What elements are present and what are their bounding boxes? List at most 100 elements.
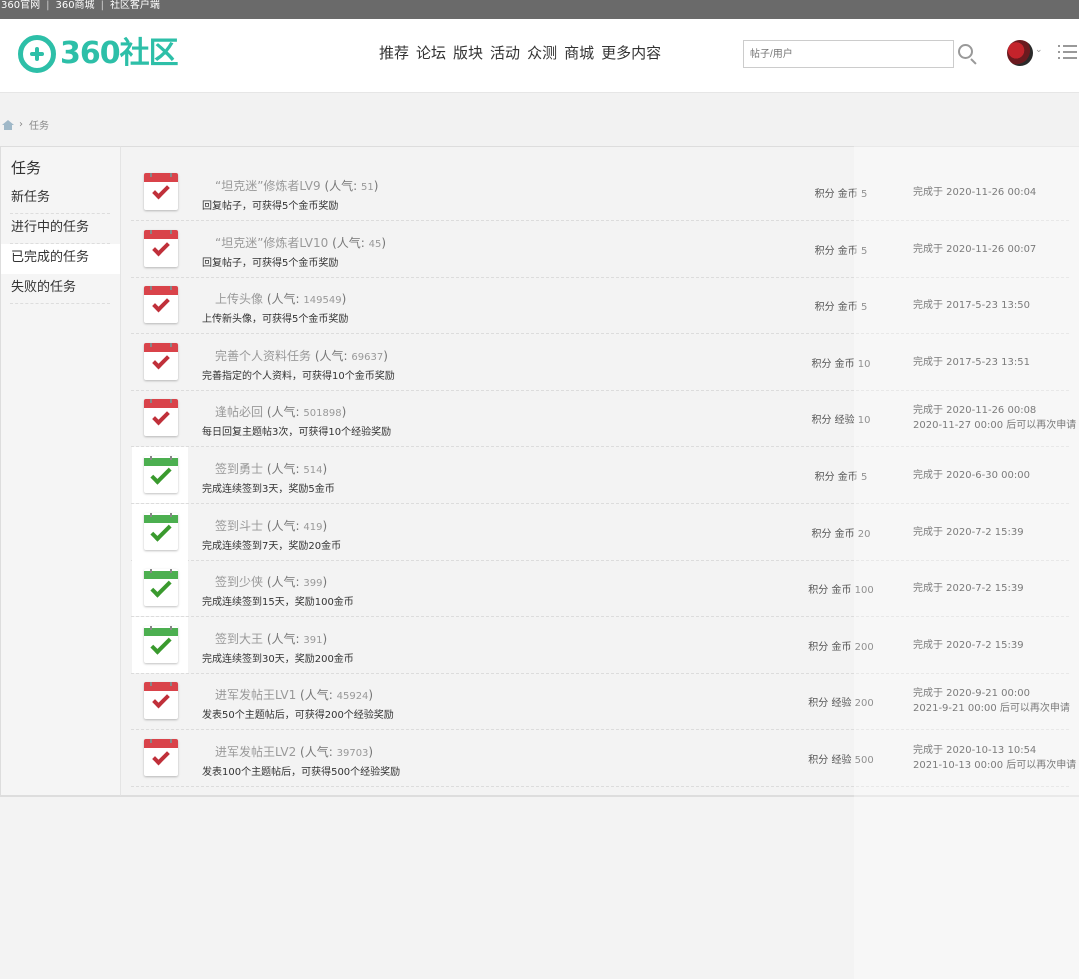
task-title[interactable]: “坦克迷”修炼者LV9 (人气: 51) — [215, 177, 378, 194]
popularity-close: ) — [383, 349, 388, 363]
nav-item-boards[interactable]: 版块 — [453, 43, 483, 63]
task-list: “坦克迷”修炼者LV9 (人气: 51) 回复帖子，可获得5个金币奖励 积分 金币 … — [121, 146, 1079, 796]
task-row: “坦克迷”修炼者LV9 (人气: 51) 回复帖子，可获得5个金币奖励 积分 金币 … — [131, 164, 1069, 221]
task-name[interactable]: 签到勇士 — [215, 462, 263, 476]
breadcrumb: › 任务 — [2, 117, 49, 132]
sidebar-item-new-tasks[interactable]: 新任务 — [10, 184, 110, 214]
task-reward: 积分 金币 200 — [808, 642, 874, 653]
popularity-label: (人气: — [300, 745, 333, 759]
avatar[interactable] — [1007, 40, 1033, 66]
task-name[interactable]: 完善个人资料任务 — [215, 349, 311, 363]
task-name[interactable]: 进军发帖王LV2 — [215, 745, 296, 759]
task-title[interactable]: 签到大王 (人气: 391) — [215, 630, 327, 647]
task-description: 回复帖子，可获得5个金币奖励 — [202, 258, 339, 269]
completed-time: 完成于 2020-6-30 00:00 — [913, 470, 1030, 481]
task-row: 签到勇士 (人气: 514) 完成连续签到3天，奖励5金币 积分 金币 5 完成于 2… — [131, 447, 1069, 504]
topbar-separator: | — [100, 0, 104, 11]
top-utility-bar: 360官网 | 360商城 | 社区客户端 — [0, 0, 1079, 19]
task-name[interactable]: “坦克迷”修炼者LV10 — [215, 236, 328, 250]
site-logo[interactable]: 360社区 — [18, 35, 179, 73]
task-title[interactable]: “坦克迷”修炼者LV10 (人气: 45) — [215, 234, 386, 251]
popularity-count: 39703 — [336, 748, 369, 759]
task-reward: 积分 金币 5 — [814, 472, 868, 483]
task-row: 进军发帖王LV2 (人气: 39703) 发表100个主题帖后，可获得500个经验… — [131, 730, 1076, 787]
sidebar-title: 任务 — [11, 159, 42, 177]
search-button[interactable] — [956, 41, 980, 67]
task-name[interactable]: 进军发帖王LV1 — [215, 688, 296, 702]
nav-item-mall[interactable]: 商城 — [564, 43, 594, 63]
link-community-client[interactable]: 社区客户端 — [110, 0, 160, 11]
task-name[interactable]: 上传头像 — [215, 292, 263, 306]
task-title[interactable]: 签到勇士 (人气: 514) — [215, 460, 327, 477]
red-calendar-check-icon — [132, 334, 188, 390]
popularity-label: (人气: — [266, 632, 300, 646]
completed-time: 完成于 2020-7-2 15:39 — [913, 640, 1024, 651]
list-menu-icon[interactable] — [1058, 44, 1078, 60]
task-row: 签到斗士 (人气: 419) 完成连续签到7天，奖励20金币 积分 金币 20 完成于… — [131, 504, 1069, 561]
nav-item-forum[interactable]: 论坛 — [416, 43, 446, 63]
popularity-label: (人气: — [266, 292, 300, 306]
popularity-label: (人气: — [332, 236, 365, 250]
task-name[interactable]: 签到少侠 — [215, 575, 263, 589]
search-icon — [958, 44, 973, 59]
sidebar-item-in-progress[interactable]: 进行中的任务 — [10, 214, 110, 244]
red-calendar-check-icon — [132, 673, 188, 729]
task-name[interactable]: 逢帖必回 — [215, 405, 263, 419]
task-row: 签到大王 (人气: 391) 完成连续签到30天，奖励200金币 积分 金币 200… — [131, 617, 1069, 674]
task-status: 完成于 2020-6-30 00:00 — [913, 468, 1030, 483]
breadcrumb-separator: › — [19, 119, 23, 130]
popularity-label: (人气: — [300, 688, 333, 702]
task-reward: 积分 金币 20 — [811, 529, 871, 540]
task-name[interactable]: 签到斗士 — [215, 519, 263, 533]
reapply-time: 2021-10-13 00:00 后可以再次申请 — [913, 760, 1077, 771]
link-360-official[interactable]: 360官网 — [1, 0, 40, 11]
nav-item-more[interactable]: 更多内容 — [601, 43, 661, 63]
completed-time: 完成于 2020-7-2 15:39 — [913, 527, 1024, 538]
task-title[interactable]: 进军发帖王LV1 (人气: 45924) — [215, 686, 373, 703]
popularity-count: 149549 — [303, 295, 342, 306]
popularity-close: ) — [381, 236, 387, 250]
popularity-count: 391 — [303, 635, 323, 646]
search-input[interactable] — [743, 40, 954, 68]
task-status: 完成于 2020-11-26 00:07 — [913, 242, 1036, 257]
completed-time: 完成于 2020-11-26 00:04 — [913, 187, 1037, 198]
task-description: 完成连续签到7天，奖励20金币 — [202, 541, 342, 552]
task-title[interactable]: 签到少侠 (人气: 399) — [215, 573, 327, 590]
nav-item-testing[interactable]: 众测 — [527, 43, 557, 63]
task-status: 完成于 2020-11-26 00:04 — [913, 185, 1036, 200]
task-description: 完成连续签到15天，奖励100金币 — [202, 597, 354, 608]
home-icon[interactable] — [2, 119, 14, 130]
task-title[interactable]: 上传头像 (人气: 149549) — [215, 290, 346, 307]
task-reward: 积分 金币 5 — [814, 302, 868, 313]
popularity-close: ) — [368, 745, 374, 759]
task-sidebar: 任务 新任务 进行中的任务 已完成的任务 失败的任务 — [0, 146, 121, 796]
task-description: 发表100个主题帖后，可获得500个经验奖励 — [202, 767, 401, 778]
task-title[interactable]: 逢帖必回 (人气: 501898) — [215, 403, 346, 420]
popularity-count: 419 — [303, 522, 323, 533]
popularity-count: 51 — [361, 182, 374, 193]
sidebar-item-completed[interactable]: 已完成的任务 — [1, 244, 120, 274]
task-description: 完成连续签到3天，奖励5金币 — [202, 484, 335, 495]
popularity-close: ) — [322, 519, 328, 533]
logo-text: 360社区 — [60, 36, 179, 71]
green-calendar-check-icon — [132, 617, 188, 673]
task-name[interactable]: 签到大王 — [215, 632, 263, 646]
nav-item-recommend[interactable]: 推荐 — [379, 43, 409, 63]
plus-circle-icon — [18, 35, 56, 73]
link-360-mall[interactable]: 360商城 — [55, 0, 94, 11]
nav-item-events[interactable]: 活动 — [490, 43, 520, 63]
popularity-label: (人气: — [266, 575, 300, 589]
red-calendar-check-icon — [132, 164, 188, 220]
main-nav: 推荐 论坛 版块 活动 众测 商城 更多内容 — [379, 43, 661, 63]
chevron-down-icon[interactable]: ⌄ — [1035, 45, 1043, 55]
task-title[interactable]: 签到斗士 (人气: 419) — [215, 517, 327, 534]
task-title[interactable]: 完善个人资料任务 (人气: 69637) — [215, 347, 388, 364]
red-calendar-check-icon — [132, 730, 188, 786]
task-reward: 积分 金币 5 — [814, 189, 868, 200]
task-name[interactable]: “坦克迷”修炼者LV9 — [215, 179, 321, 193]
sidebar-item-failed[interactable]: 失败的任务 — [10, 274, 110, 304]
task-title[interactable]: 进军发帖王LV2 (人气: 39703) — [215, 743, 373, 760]
task-reward: 积分 经验 10 — [811, 415, 871, 426]
task-reward: 积分 经验 500 — [808, 755, 874, 766]
popularity-count: 399 — [303, 578, 323, 589]
